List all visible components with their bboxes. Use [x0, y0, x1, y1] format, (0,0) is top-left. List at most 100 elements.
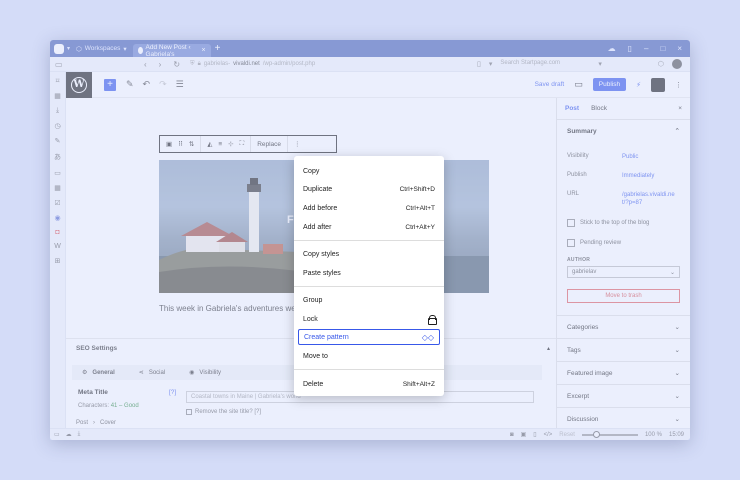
document-overview-icon[interactable]: ☰ — [176, 79, 184, 90]
vivaldi-social-icon[interactable]: ◘ — [55, 229, 59, 236]
window-panel-icon[interactable]: ▯ — [628, 44, 632, 53]
cover-block-icon[interactable]: ▣ — [166, 140, 172, 148]
menu-item-duplicate[interactable]: Duplicate Ctrl+Shift+D — [298, 181, 440, 197]
preview-icon[interactable]: ▭ — [574, 79, 583, 90]
history-icon[interactable]: ◷ — [54, 122, 60, 130]
publish-value[interactable]: Immediately — [622, 172, 677, 180]
menu-item-paste-styles[interactable]: Paste styles — [298, 265, 440, 281]
settings-sidebar-toggle[interactable] — [651, 77, 665, 92]
add-panel-icon[interactable]: ⊞ — [55, 257, 61, 265]
cloud-icon[interactable]: ☁ — [608, 44, 616, 53]
minimize-icon[interactable]: – — [644, 44, 648, 53]
menu-item-create-pattern[interactable]: Create pattern ◇◇ — [298, 329, 440, 345]
active-tab[interactable]: Add New Post ‹ Gabriela's × — [132, 44, 211, 58]
sync-icon[interactable]: ☁ — [66, 431, 72, 438]
search-dropdown-icon[interactable]: ▾ — [598, 60, 602, 68]
panel-toggle-icon[interactable]: ▭ — [54, 431, 60, 438]
menu-item-add-after[interactable]: Add after Ctrl+Alt+Y — [298, 219, 440, 235]
summary-panel-header[interactable]: Summary ⌃ — [557, 120, 690, 142]
tiling-icon[interactable]: ▣ — [521, 431, 527, 438]
undo-icon[interactable]: ↶ — [143, 79, 151, 90]
close-tab-icon[interactable]: × — [202, 47, 206, 54]
sticky-row[interactable]: Stick to the top of the blog — [557, 219, 690, 227]
meta-title-help[interactable]: [?] — [169, 389, 176, 396]
redo-icon[interactable]: ↷ — [159, 79, 167, 90]
publish-button[interactable]: Publish — [592, 78, 627, 91]
download-icon[interactable]: ⤓ — [78, 431, 81, 438]
remove-site-title-checkbox[interactable] — [186, 409, 192, 415]
forward-icon[interactable]: › — [159, 60, 162, 69]
paragraph-block[interactable]: This week in Gabriela's adventures we're… — [159, 304, 315, 313]
new-tab-icon[interactable]: + — [215, 43, 221, 54]
bookmarks-icon[interactable]: ⌑ — [56, 77, 60, 85]
window-icon[interactable]: ▭ — [54, 169, 61, 177]
drag-handle-icon[interactable]: ⠿ — [178, 140, 183, 148]
zoom-reset-button[interactable]: Reset — [559, 432, 575, 438]
remove-site-title-row[interactable]: Remove the site title? [?] — [186, 409, 261, 415]
discussion-panel[interactable]: Discussion ⌄ — [557, 407, 690, 430]
mastodon-icon[interactable]: ◉ — [54, 214, 60, 222]
breadcrumb-post[interactable]: Post — [76, 420, 88, 426]
menu-item-group[interactable]: Group — [298, 292, 440, 308]
breadcrumb-cover[interactable]: Cover — [100, 420, 116, 426]
jetpack-icon[interactable]: ⚡ — [636, 81, 641, 89]
menu-item-move-to[interactable]: Move to — [298, 348, 440, 364]
block-options-icon[interactable]: ⋮ — [294, 140, 301, 148]
tab-post[interactable]: Post — [565, 105, 579, 112]
url-value[interactable]: /gabrielas.vivaldi.net/?p=87 — [622, 191, 677, 207]
translate-icon[interactable]: あ — [54, 152, 61, 162]
wikipedia-icon[interactable]: W — [54, 243, 61, 250]
add-block-button[interactable]: + — [104, 78, 116, 91]
menu-item-lock[interactable]: Lock — [298, 311, 440, 327]
align-icon[interactable]: ≡ — [218, 141, 222, 148]
search-field[interactable]: Search Startpage.com — [500, 60, 590, 69]
menu-item-add-before[interactable]: Add before Ctrl+Alt+T — [298, 200, 440, 216]
notes-icon[interactable]: ✎ — [55, 137, 61, 145]
duotone-icon[interactable]: ◭ — [207, 140, 212, 148]
tools-icon[interactable]: ✎ — [126, 79, 134, 90]
window-icon[interactable]: ▯ — [533, 431, 536, 438]
tab-visibility[interactable]: ◉ Visibility — [189, 369, 221, 376]
pending-checkbox[interactable] — [567, 239, 575, 247]
categories-panel[interactable]: Categories ⌄ — [557, 315, 690, 338]
replace-button[interactable]: Replace — [257, 141, 281, 148]
fullscreen-icon[interactable]: ⛶ — [240, 140, 245, 148]
tab-block[interactable]: Block — [591, 105, 607, 112]
calendar-icon[interactable]: ▦ — [54, 184, 61, 192]
vivaldi-logo-icon[interactable] — [54, 43, 64, 54]
position-icon[interactable]: ⊹ — [228, 140, 233, 148]
pending-row[interactable]: Pending review — [557, 239, 690, 247]
featured-image-panel[interactable]: Featured image ⌄ — [557, 361, 690, 384]
close-sidebar-icon[interactable]: × — [678, 105, 690, 112]
menu-item-delete[interactable]: Delete Shift+Alt+Z — [298, 376, 440, 392]
code-icon[interactable]: </> — [544, 432, 553, 438]
tab-social[interactable]: ⋖ Social — [139, 369, 165, 376]
tab-general[interactable]: ⚙ General — [82, 369, 115, 376]
save-draft-button[interactable]: Save draft — [535, 81, 565, 88]
author-select[interactable]: gabrielav ⌄ — [567, 266, 680, 278]
menu-item-copy[interactable]: Copy — [298, 163, 440, 179]
panel-toggle-icon[interactable]: ▭ — [55, 60, 63, 69]
wordpress-logo-icon[interactable]: W — [66, 71, 92, 98]
maximize-icon[interactable]: □ — [660, 44, 665, 53]
menu-item-copy-styles[interactable]: Copy styles — [298, 246, 440, 262]
move-arrows-icon[interactable]: ⇅ — [189, 140, 194, 148]
collapse-chevron-icon[interactable]: ▴ — [547, 345, 550, 352]
workspaces-button[interactable]: ⬡ Workspaces ▾ — [76, 45, 127, 53]
tasks-icon[interactable]: ☑ — [54, 199, 60, 207]
close-window-icon[interactable]: × — [677, 44, 682, 53]
back-icon[interactable]: ‹ — [144, 60, 147, 69]
zoom-slider[interactable] — [581, 430, 638, 438]
visibility-value[interactable]: Public — [622, 153, 677, 161]
sticky-checkbox[interactable] — [567, 219, 575, 227]
downloads-icon[interactable]: ⤓ — [56, 107, 59, 115]
excerpt-panel[interactable]: Excerpt ⌄ — [557, 384, 690, 407]
reading-list-icon[interactable]: ▦ — [54, 92, 61, 100]
url-field[interactable]: ⛨ 🔒︎ gabrielas-vivaldi.net/wp-admin/post… — [190, 61, 315, 68]
extensions-icon[interactable]: ⬡ — [658, 60, 664, 68]
reload-icon[interactable]: ↻ — [173, 60, 180, 69]
more-options-icon[interactable]: ⋮ — [675, 81, 682, 89]
move-to-trash-button[interactable]: Move to trash — [567, 289, 680, 303]
chevron-down-icon[interactable]: ▾ — [67, 45, 70, 52]
profile-avatar[interactable] — [672, 59, 682, 69]
